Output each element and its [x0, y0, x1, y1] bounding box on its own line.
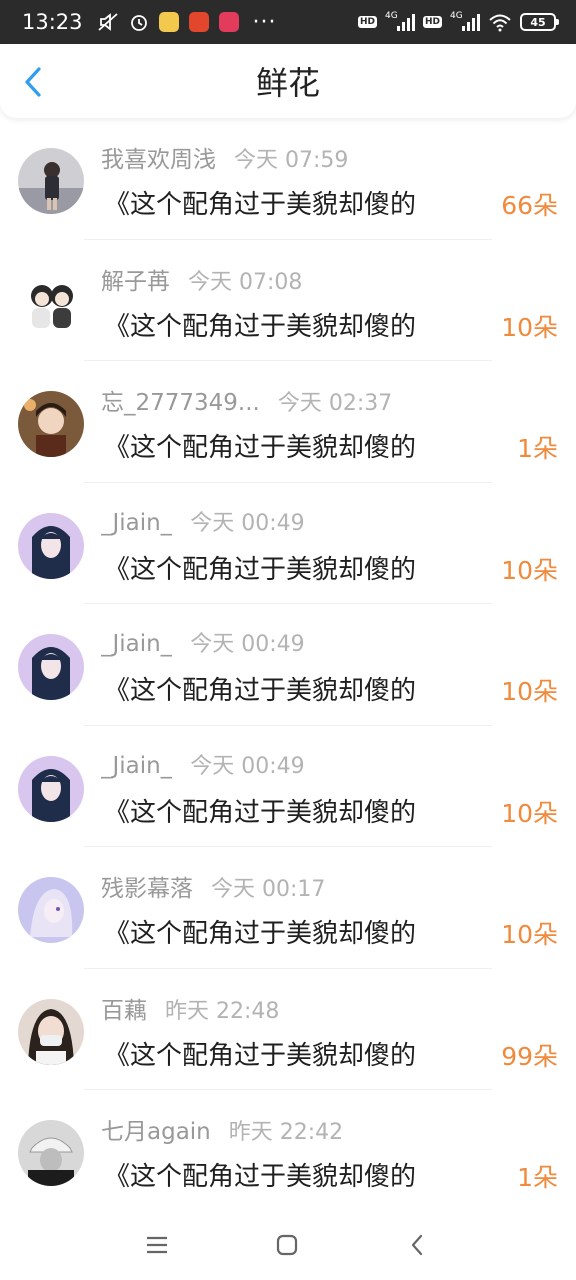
timestamp: 今天 07:08 — [188, 269, 303, 295]
list-item[interactable]: 残影幕落 今天 00:17 《这个配角过于美貌却傻的 10朵 — [0, 847, 576, 969]
back-icon — [411, 1234, 423, 1256]
list-item[interactable]: _Jiain_ 今天 00:49 《这个配角过于美貌却傻的 10朵 — [0, 726, 576, 847]
net-label-1: 4G — [384, 11, 398, 21]
avatar[interactable] — [18, 512, 84, 579]
list-item[interactable]: _Jiain_ 今天 00:49 《这个配角过于美貌却傻的 10朵 — [0, 604, 576, 726]
menu-icon — [147, 1236, 167, 1254]
item-meta: 我喜欢周浅 今天 07:59 — [101, 140, 348, 174]
book-title[interactable]: 《这个配角过于美貌却傻的 — [104, 184, 496, 221]
avatar[interactable] — [18, 877, 84, 943]
flower-list: 我喜欢周浅 今天 07:59 《这个配角过于美貌却傻的 66朵 解子苒 今天 0… — [0, 118, 576, 1210]
list-item[interactable]: 解子苒 今天 07:08 《这个配角过于美貌却傻的 10朵 — [0, 240, 576, 361]
flower-count: 1朵 — [517, 1163, 558, 1192]
avatar[interactable] — [18, 391, 84, 457]
timestamp: 今天 00:49 — [190, 510, 305, 536]
more-notifications-icon: ··· — [252, 9, 277, 35]
item-meta: 百藕 昨天 22:48 — [101, 991, 279, 1025]
hd-badge-1: HD — [357, 16, 377, 28]
chevron-left-icon — [25, 67, 41, 97]
user-name[interactable]: _Jiain_ — [101, 631, 172, 657]
flower-count: 10朵 — [501, 677, 558, 706]
status-time: 13:23 — [22, 10, 83, 34]
system-nav-bar — [0, 1210, 576, 1280]
user-name[interactable]: _Jiain_ — [101, 753, 172, 779]
item-meta: _Jiain_ 今天 00:49 — [101, 748, 305, 780]
book-title[interactable]: 《这个配角过于美貌却傻的 — [104, 549, 496, 586]
item-meta: _Jiain_ 今天 00:49 — [101, 626, 305, 658]
app-notification-icon-3 — [218, 12, 239, 32]
avatar[interactable] — [18, 998, 84, 1065]
title-bar: 鲜花 — [0, 44, 576, 118]
list-item[interactable]: _Jiain_ 今天 00:49 《这个配角过于美貌却傻的 10朵 — [0, 483, 576, 604]
flower-count: 66朵 — [501, 191, 558, 220]
avatar[interactable] — [18, 1120, 84, 1186]
flower-count: 99朵 — [501, 1041, 558, 1071]
avatar[interactable] — [18, 269, 84, 336]
timestamp: 今天 00:49 — [190, 632, 305, 657]
book-title[interactable]: 《这个配角过于美貌却傻的 — [104, 670, 496, 707]
page-title: 鲜花 — [255, 64, 320, 102]
item-meta: 忘_2777349... 今天 02:37 — [101, 383, 392, 417]
nav-back-button[interactable] — [402, 1232, 432, 1258]
book-title[interactable]: 《这个配角过于美貌却傻的 — [104, 913, 496, 950]
home-button[interactable] — [272, 1232, 302, 1258]
user-name[interactable]: 残影幕落 — [101, 869, 193, 903]
book-title[interactable]: 《这个配角过于美貌却傻的 — [104, 1035, 496, 1072]
list-item[interactable]: 百藕 昨天 22:48 《这个配角过于美貌却傻的 99朵 — [0, 969, 576, 1090]
timestamp: 今天 00:17 — [211, 877, 326, 902]
item-meta: _Jiain_ 今天 00:49 — [101, 505, 305, 537]
list-item[interactable]: 七月again 昨天 22:42 《这个配角过于美貌却傻的 1朵 — [0, 1090, 576, 1210]
avatar[interactable] — [18, 634, 84, 700]
book-title[interactable]: 《这个配角过于美貌却傻的 — [104, 1156, 496, 1193]
flower-count: 10朵 — [501, 312, 558, 342]
mute-icon — [97, 12, 119, 32]
avatar[interactable] — [18, 755, 84, 822]
menu-button[interactable] — [142, 1232, 172, 1258]
wifi-icon — [488, 12, 512, 32]
flower-count: 1朵 — [517, 434, 558, 463]
hd-badge-2: HD — [422, 16, 442, 28]
status-right: HD 4G HD 4G 45 — [357, 11, 559, 32]
status-left: 13:23 ··· — [22, 10, 358, 35]
flower-count: 10朵 — [501, 555, 558, 585]
avatar[interactable] — [18, 148, 84, 214]
timestamp: 今天 07:59 — [234, 148, 349, 173]
item-meta: 解子苒 今天 07:08 — [101, 262, 302, 296]
back-button[interactable] — [18, 66, 48, 98]
book-title[interactable]: 《这个配角过于美貌却傻的 — [104, 792, 496, 829]
app-notification-icon-2 — [188, 12, 209, 32]
net-label-2: 4G — [450, 11, 463, 21]
timestamp: 今天 00:49 — [190, 753, 305, 779]
flower-count: 10朵 — [501, 798, 558, 828]
user-name[interactable]: _Jiain_ — [101, 510, 172, 536]
list-item[interactable]: 忘_2777349... 今天 02:37 《这个配角过于美貌却傻的 1朵 — [0, 361, 576, 483]
user-name[interactable]: 忘_2777349... — [101, 383, 260, 417]
user-name[interactable]: 我喜欢周浅 — [101, 140, 216, 174]
signal-icon-1: 4G — [384, 11, 415, 31]
flower-count: 10朵 — [501, 920, 558, 949]
item-meta: 七月again 昨天 22:42 — [101, 1112, 343, 1146]
user-name[interactable]: 七月again — [101, 1112, 211, 1146]
timestamp: 昨天 22:42 — [228, 1120, 344, 1145]
timestamp: 昨天 22:48 — [165, 998, 280, 1024]
user-name[interactable]: 百藕 — [101, 991, 147, 1025]
book-title[interactable]: 《这个配角过于美貌却傻的 — [104, 306, 496, 343]
app-notification-icon-1 — [158, 12, 179, 32]
item-meta: 残影幕落 今天 00:17 — [101, 869, 325, 903]
timestamp: 今天 02:37 — [277, 391, 393, 416]
home-icon — [276, 1234, 298, 1256]
signal-icon-2: 4G — [450, 11, 480, 31]
book-title[interactable]: 《这个配角过于美貌却傻的 — [104, 427, 496, 464]
list-item[interactable]: 我喜欢周浅 今天 07:59 《这个配角过于美貌却傻的 66朵 — [0, 118, 576, 240]
user-name[interactable]: 解子苒 — [101, 262, 170, 296]
status-bar: 13:23 ··· HD 4G HD 4G 45 — [0, 0, 576, 44]
battery-icon: 45 — [520, 13, 559, 31]
alarm-icon — [129, 12, 149, 32]
